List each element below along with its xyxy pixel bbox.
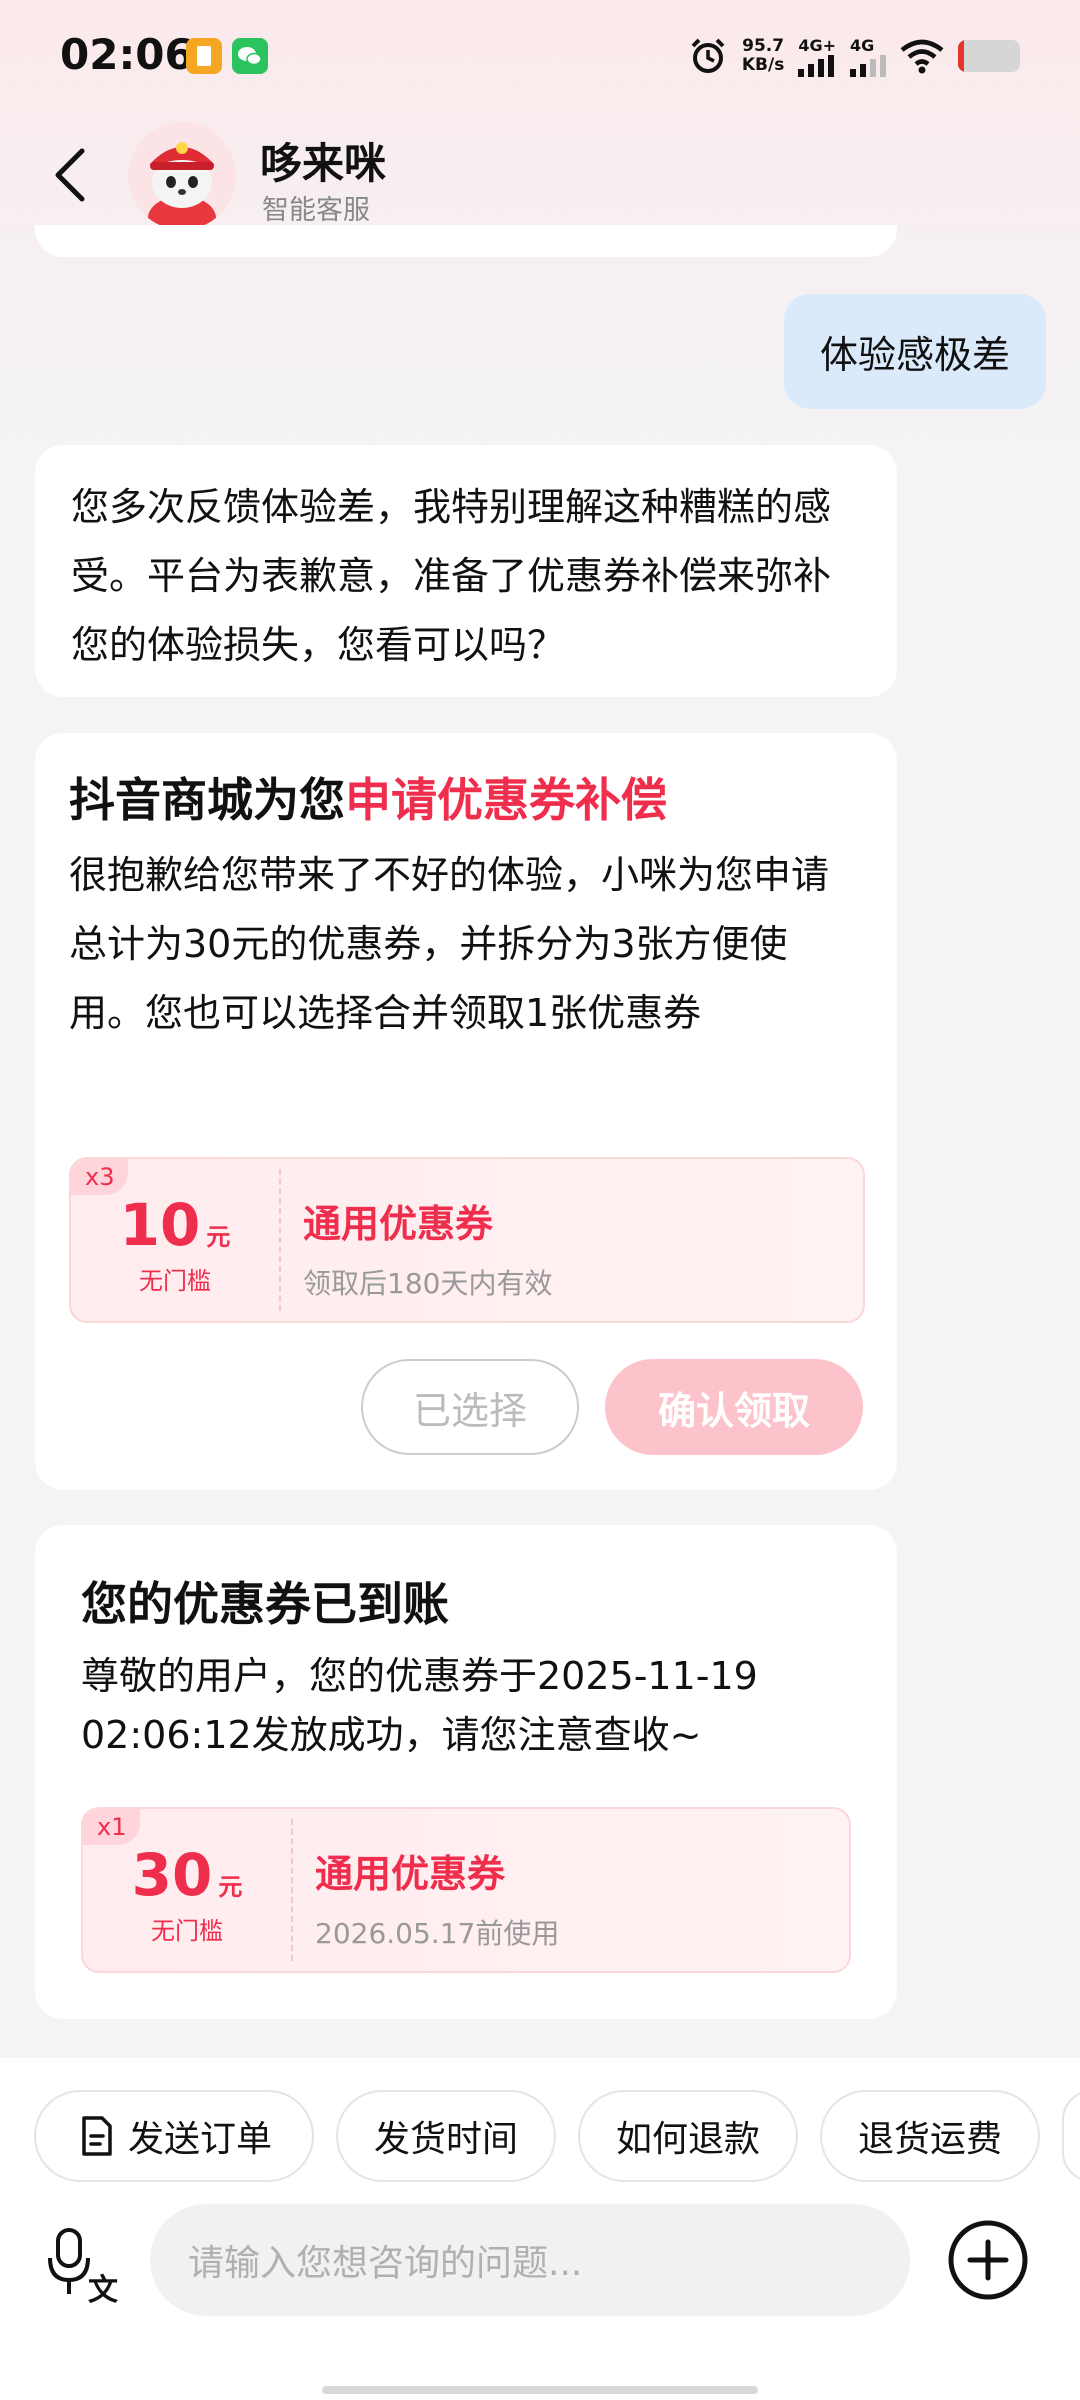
- status-indicators: 95.7 KB/s 4G+ 4G: [688, 34, 1020, 78]
- coupon-condition: 无门槛: [139, 1266, 211, 1295]
- coupon-value: 30 元 无门槛: [83, 1809, 291, 1971]
- signal-label-1: 4G+: [798, 35, 836, 55]
- wifi-icon: [900, 39, 944, 74]
- status-time: 02:06: [60, 30, 194, 79]
- arrival-title: 您的优惠券已到账: [81, 1577, 449, 1631]
- quick-reply-refund[interactable]: 如何退款: [578, 2090, 798, 2182]
- chevron-left-icon: [55, 148, 85, 202]
- coupon-arrival-card: 您的优惠券已到账 尊敬的用户，您的优惠券于2025-11-19 02:06:12…: [35, 1525, 897, 2019]
- voice-to-text-button[interactable]: 文: [44, 2224, 124, 2308]
- compensation-card: 抖音商城为您申请优惠券补偿 很抱歉给您带来了不好的体验，小咪为您申请总计为30元…: [35, 733, 897, 1490]
- notification-app-icon: [186, 38, 222, 74]
- bot-subtitle: 智能客服: [262, 195, 370, 226]
- input-row: 文 请输入您想咨询的问题...: [0, 2200, 1080, 2330]
- wechat-icon: [232, 38, 268, 74]
- plus-circle-icon: [948, 2220, 1028, 2300]
- bot-name: 哆来咪: [260, 139, 387, 188]
- chat-header: 哆来咪 智能客服: [0, 110, 1080, 240]
- quick-reply-return-shipping[interactable]: 退货运费: [820, 2090, 1040, 2182]
- signal-label-2: 4G: [850, 35, 875, 55]
- microphone-icon: 文: [48, 2228, 118, 2308]
- previous-message-card: [35, 225, 897, 257]
- compensation-title: 抖音商城为您申请优惠券补偿: [69, 773, 667, 827]
- bot-message-card: 您多次反馈体验差，我特别理解这种糟糕的感受。平台为表歉意，准备了优惠券补偿来弥补…: [35, 445, 897, 697]
- coupon-expiry: 2026.05.17前使用: [315, 1917, 560, 1950]
- coupon-condition: 无门槛: [151, 1916, 223, 1945]
- coupon-name: 通用优惠券: [303, 1202, 494, 1246]
- back-button[interactable]: [40, 140, 100, 210]
- coupon-amount: 10: [119, 1190, 201, 1259]
- compensation-body: 很抱歉给您带来了不好的体验，小咪为您申请总计为30元的优惠券，并拆分为3张方便使…: [69, 853, 830, 1035]
- net-speed: 95.7 KB/s: [741, 36, 785, 75]
- coupon-validity: 领取后180天内有效: [303, 1267, 553, 1300]
- coupon-option-split[interactable]: x3 10 元 无门槛 通用优惠券 领取后180天内有效: [69, 1157, 865, 1323]
- battery-icon: [958, 40, 1020, 72]
- arrival-body: 尊敬的用户，您的优惠券于2025-11-19 02:06:12发放成功，请您注意…: [81, 1654, 758, 1757]
- user-message-bubble: 体验感极差: [783, 294, 1046, 409]
- message-input[interactable]: 请输入您想咨询的问题...: [150, 2204, 910, 2316]
- home-indicator[interactable]: [322, 2386, 758, 2394]
- quick-reply-shipping-time[interactable]: 发货时间: [336, 2090, 556, 2182]
- signal-bars-icon: [850, 54, 886, 77]
- quick-reply-send-order[interactable]: 发送订单: [34, 2090, 314, 2182]
- signal-bars-icon: [798, 54, 835, 77]
- alarm-icon: [691, 38, 725, 73]
- received-coupon[interactable]: x1 30 元 无门槛 通用优惠券 2026.05.17前使用: [81, 1807, 851, 1973]
- svg-text:文: 文: [88, 2273, 118, 2304]
- status-bar: 02:06 95.7 KB/s 4G+ 4G: [0, 0, 1080, 110]
- coupon-amount: 30: [131, 1840, 213, 1909]
- bot-avatar[interactable]: [128, 122, 236, 230]
- quick-reply-more[interactable]: [1062, 2090, 1080, 2182]
- coupon-name: 通用优惠券: [315, 1852, 506, 1896]
- coupon-unit: 元: [206, 1222, 231, 1251]
- more-actions-button[interactable]: [946, 2218, 1030, 2302]
- selected-button[interactable]: 已选择: [361, 1359, 579, 1455]
- confirm-claim-button[interactable]: 确认领取: [605, 1359, 863, 1455]
- document-icon: [82, 2116, 112, 2156]
- bot-message-text: 您多次反馈体验差，我特别理解这种糟糕的感受。平台为表歉意，准备了优惠券补偿来弥补…: [71, 485, 832, 667]
- coupon-unit: 元: [218, 1872, 243, 1901]
- coupon-value: 10 元 无门槛: [71, 1159, 279, 1321]
